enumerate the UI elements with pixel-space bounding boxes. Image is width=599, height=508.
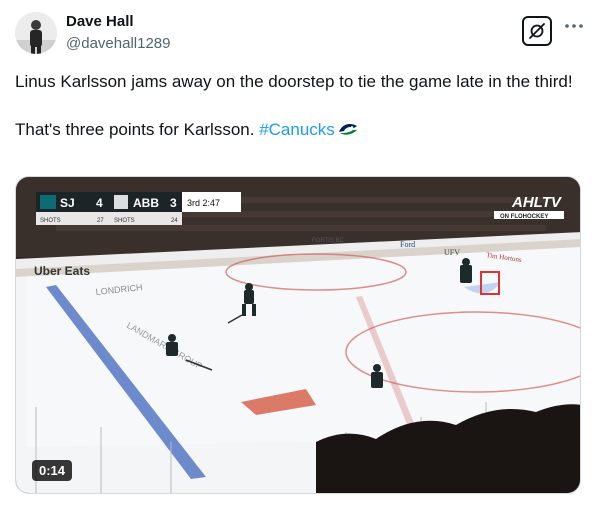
more-options-button[interactable] [561,14,587,38]
author-name[interactable]: Dave Hall [66,13,134,30]
grok-button[interactable] [522,16,552,46]
home-shots: 27 [97,218,104,224]
away-score: 3 [170,196,177,210]
video-player[interactable]: LONDRICH LANDMARK GROUP Uber Eats UFV Ti… [15,176,581,494]
period-time: 3rd 2:47 [187,198,220,208]
board-ad-ahl: AHL [362,237,374,243]
home-shots-label: SHOTS [40,218,61,224]
tweet-line-1: Linus Karlsson jams away on the doorstep… [15,72,573,91]
tweet-line-2: That's three points for Karlsson. [15,120,260,139]
author-handle[interactable]: @davehall1289 [66,35,170,52]
board-ad-fortis: FORTIS BC [312,238,345,244]
hashtag-link[interactable]: #Canucks [259,120,335,139]
video-duration: 0:14 [32,460,73,481]
home-team: SJ [60,196,75,210]
grok-icon [529,23,545,39]
canucks-orca-emoji-icon [337,120,359,145]
svg-text:AHLTV: AHLTV [511,194,563,211]
avatar-photo [15,12,57,54]
ahltv-sub: ON FLOHOCKEY [500,214,548,220]
more-options-icon [565,24,583,28]
avatar[interactable] [15,12,57,54]
board-ad-ufv: UFV [444,248,460,257]
video-frame: LONDRICH LANDMARK GROUP Uber Eats UFV Ti… [16,177,580,493]
away-shots: 24 [171,218,178,224]
tweet-text: Linus Karlsson jams away on the doorstep… [15,70,583,145]
home-score: 4 [96,196,103,210]
away-shots-label: SHOTS [114,218,135,224]
board-ad-ford: Ford [400,240,415,249]
away-team: ABB [133,196,159,210]
board-ad-uber-eats: Uber Eats [34,264,90,278]
